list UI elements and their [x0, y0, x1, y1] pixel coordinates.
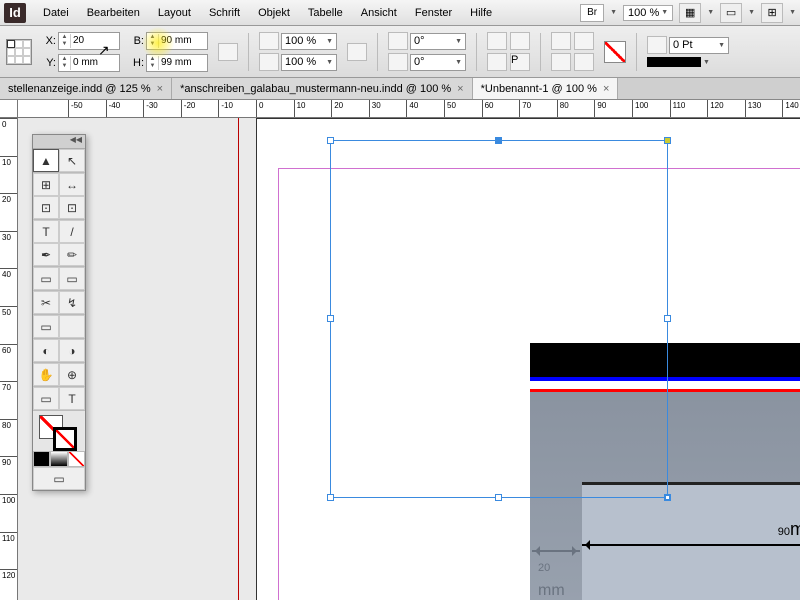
flip-v-icon[interactable]: P — [510, 53, 530, 71]
dimension-20-label: 20mm — [538, 554, 565, 600]
width-field[interactable]: ▲▼ — [146, 32, 208, 50]
tool-14[interactable]: ▭ — [33, 315, 59, 338]
menu-tabelle[interactable]: Tabelle — [299, 7, 352, 19]
tool-20[interactable]: ▭ — [33, 387, 59, 410]
tool-4[interactable]: ⊡ — [33, 196, 59, 219]
height-label: H: — [130, 57, 144, 69]
selection-frame[interactable] — [330, 140, 668, 498]
menu-bearbeiten[interactable]: Bearbeiten — [78, 7, 149, 19]
menu-ansicht[interactable]: Ansicht — [352, 7, 406, 19]
scale-x-field[interactable]: 100 %▼ — [281, 33, 337, 50]
tool-1[interactable]: ↖ — [59, 149, 85, 172]
x-label: X: — [42, 35, 56, 47]
screen-mode-icon[interactable]: ▭ — [720, 3, 742, 23]
bridge-button[interactable]: Br — [580, 4, 604, 22]
close-icon[interactable]: × — [457, 83, 463, 95]
tab-0[interactable]: stellenanzeige.indd @ 125 %× — [0, 78, 172, 99]
apply-gradient-icon[interactable] — [50, 451, 67, 467]
tool-15[interactable] — [59, 315, 85, 338]
apply-none-icon[interactable] — [68, 451, 85, 467]
dimension-90-label: 90mm — [778, 512, 800, 542]
y-label: Y: — [42, 57, 56, 69]
dimension-20-arrow — [532, 550, 580, 552]
tab-1[interactable]: *anschreiben_galabau_mustermann-neu.indd… — [172, 78, 473, 99]
horizontal-ruler[interactable]: -50-40-30-20-100102030405060708090100110… — [18, 100, 800, 118]
tool-10[interactable]: ▭ — [33, 267, 59, 290]
tool-7[interactable]: / — [59, 220, 85, 243]
height-field[interactable]: ▲▼ — [146, 54, 208, 72]
panel-collapse-icon[interactable]: ◀◀ — [33, 135, 85, 149]
menu-layout[interactable]: Layout — [149, 7, 200, 19]
close-icon[interactable]: × — [157, 83, 163, 95]
tool-3[interactable]: ↔ — [59, 173, 85, 196]
scale-y-field[interactable]: 100 %▼ — [281, 54, 337, 71]
chevron-down-icon: ▼ — [610, 9, 617, 16]
y-field[interactable]: ▲▼ — [58, 54, 120, 72]
select-next-icon[interactable] — [574, 53, 594, 71]
tool-12[interactable]: ✂ — [33, 291, 59, 314]
tool-0[interactable]: ▲ — [33, 149, 59, 172]
zoom-dropdown[interactable]: 100 %▼ — [623, 5, 673, 21]
reference-point-grid[interactable] — [6, 39, 32, 65]
dimension-90-arrow — [582, 544, 800, 546]
apply-color-icon[interactable] — [33, 451, 50, 467]
width-label: B: — [130, 35, 144, 47]
tool-21[interactable]: T — [59, 387, 85, 410]
scale-x-icon — [259, 32, 279, 50]
app-icon: Id — [4, 3, 26, 23]
tool-6[interactable]: T — [33, 220, 59, 243]
tool-18[interactable]: ✋ — [33, 363, 59, 386]
menu-hilfe[interactable]: Hilfe — [461, 7, 501, 19]
rotate-icon — [388, 32, 408, 50]
stroke-color-swatch[interactable] — [53, 427, 77, 451]
scale-y-icon — [259, 53, 279, 71]
stroke-weight-field[interactable]: 0 Pt▼ — [669, 37, 729, 54]
select-container-icon[interactable] — [551, 32, 571, 50]
control-bar: X: ▲▼ Y: ▲▼ B: ▲▼ H: ▲▼ 100 %▼ 100 %▼ 0°… — [0, 26, 800, 78]
shear-field[interactable]: 0°▼ — [410, 54, 466, 71]
x-field[interactable]: ▲▼ — [58, 32, 120, 50]
fill-swatch[interactable] — [604, 41, 626, 63]
link-scale-icon[interactable] — [347, 43, 367, 61]
tool-19[interactable]: ⊕ — [59, 363, 85, 386]
view-mode-icon[interactable]: ▦ — [679, 3, 701, 23]
tool-9[interactable]: ✏ — [59, 243, 85, 266]
select-prev-icon[interactable] — [551, 53, 571, 71]
flip-h-icon[interactable] — [487, 53, 507, 71]
stroke-weight-icon — [647, 36, 667, 54]
document-tabs: stellenanzeige.indd @ 125 %× *anschreibe… — [0, 78, 800, 100]
tool-5[interactable]: ⊡ — [59, 196, 85, 219]
menu-schrift[interactable]: Schrift — [200, 7, 249, 19]
close-icon[interactable]: × — [603, 83, 609, 95]
tool-17[interactable]: ◑ — [59, 339, 85, 362]
rotate-ccw-icon[interactable] — [510, 32, 530, 50]
select-content-icon[interactable] — [574, 32, 594, 50]
tool-2[interactable]: ⊞ — [33, 173, 59, 196]
tool-8[interactable]: ✒ — [33, 243, 59, 266]
tool-16[interactable]: ◐ — [33, 339, 59, 362]
constrain-icon[interactable] — [218, 43, 238, 61]
vertical-ruler[interactable]: 0102030405060708090100110120 — [0, 118, 18, 600]
shear-icon — [388, 53, 408, 71]
menu-fenster[interactable]: Fenster — [406, 7, 461, 19]
arrange-icon[interactable]: ⊞ — [761, 3, 783, 23]
tool-11[interactable]: ▭ — [59, 267, 85, 290]
tools-panel: ◀◀ ▲↖⊞↔⊡⊡T/✒✏▭▭✂↯▭◐◑✋⊕▭T▭ — [32, 134, 86, 491]
rotate-cw-icon[interactable] — [487, 32, 507, 50]
ruler-origin[interactable] — [0, 100, 18, 118]
rotate-field[interactable]: 0°▼ — [410, 33, 466, 50]
menu-datei[interactable]: Datei — [34, 7, 78, 19]
canvas[interactable]: 90mm 20mm — [18, 118, 800, 600]
menu-objekt[interactable]: Objekt — [249, 7, 299, 19]
stroke-style[interactable] — [647, 57, 701, 67]
view-mode-toggle[interactable]: ▭ — [33, 467, 85, 490]
menu-bar: Id Datei Bearbeiten Layout Schrift Objek… — [0, 0, 800, 26]
tab-2[interactable]: *Unbenannt-1 @ 100 %× — [473, 78, 619, 99]
tool-13[interactable]: ↯ — [59, 291, 85, 314]
